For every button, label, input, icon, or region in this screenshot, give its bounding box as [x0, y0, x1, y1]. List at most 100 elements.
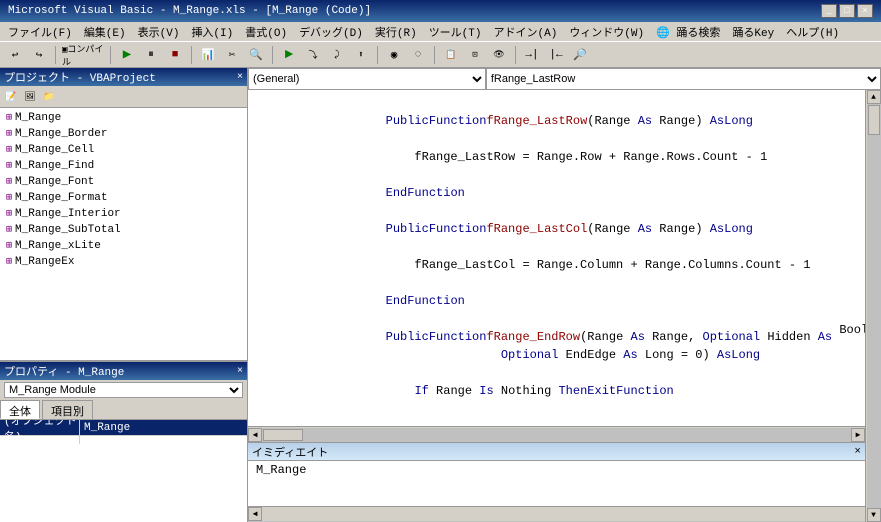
immediate-text: M_Range [256, 463, 857, 477]
h-scroll-track[interactable] [262, 428, 851, 442]
menu-format[interactable]: 書式(O) [239, 22, 293, 42]
sep1 [55, 46, 56, 64]
menu-addins[interactable]: アドイン(A) [488, 22, 564, 42]
module-icon: ⊞ [6, 112, 12, 124]
tree-item-m-range-font[interactable]: ⊞ M_Range_Font [2, 174, 245, 190]
immediate-panel: イミディエイト × M_Range ◀ ▶ [248, 442, 865, 522]
toolbar-pause[interactable]: ⏸ [140, 45, 162, 65]
view-object-btn[interactable]: 🖼 [21, 89, 39, 105]
toolbar-watch[interactable]: 👁 [488, 45, 510, 65]
right-section: (General) fRange_LastRow Public Function… [248, 68, 881, 522]
menu-bar: ファイル(F) 編集(E) 表示(V) 挿入(I) 書式(O) デバッグ(D) … [0, 22, 881, 42]
props-tabs: 全体 項目別 [0, 400, 247, 420]
menu-search2[interactable]: 踊るKey [726, 22, 780, 42]
close-button[interactable]: × [857, 4, 873, 18]
code-object-dropdown[interactable]: (General) [248, 68, 486, 90]
scroll-down-btn[interactable]: ▼ [867, 508, 881, 522]
tree-label: M_Range_Border [15, 128, 107, 140]
toolbar-breakpoint[interactable]: ◉ [383, 45, 405, 65]
maximize-button[interactable]: □ [839, 4, 855, 18]
toolbar-immediate[interactable]: ⊡ [464, 45, 486, 65]
module-icon: ⊞ [6, 128, 12, 140]
title-bar-buttons[interactable]: _ □ × [821, 4, 873, 18]
immediate-close[interactable]: × [854, 446, 861, 458]
toolbar-undo[interactable]: ↩ [4, 45, 26, 65]
toolbar-indent[interactable]: →| [521, 45, 543, 65]
menu-window[interactable]: ウィンドウ(W) [563, 22, 650, 42]
menu-edit[interactable]: 編集(E) [78, 22, 132, 42]
project-panel-header: プロジェクト - VBAProject × [0, 68, 247, 86]
toolbar-locals[interactable]: 📋 [440, 45, 462, 65]
tree-item-m-range-xlite[interactable]: ⊞ M_Range_xLite [2, 238, 245, 254]
immediate-scrollbar: ◀ ▶ [248, 506, 865, 522]
tree-label: M_Range_Find [15, 160, 94, 172]
toggle-folders-btn[interactable]: 📁 [40, 89, 58, 105]
h-scroll-thumb[interactable] [263, 429, 303, 441]
menu-help[interactable]: ヘルプ(H) [780, 22, 845, 42]
toolbar-step-out[interactable]: ⬆ [350, 45, 372, 65]
menu-file[interactable]: ファイル(F) [2, 22, 78, 42]
menu-run[interactable]: 実行(R) [369, 22, 423, 42]
props-object-select[interactable]: M_Range Module [4, 382, 243, 398]
toolbar-step-over[interactable]: ⤸ [326, 45, 348, 65]
toolbar-outdent[interactable]: |← [545, 45, 567, 65]
toolbar: ↩ ↪ ▣コンパイル ▶ ⏸ ■ 📊 ✂ 🔍 ► ⤵ ⤸ ⬆ ◉ ◌ 📋 ⊡ 👁… [0, 42, 881, 68]
tree-item-m-range[interactable]: ⊞ M_Range [2, 110, 245, 126]
tree-label: M_Range_Cell [15, 144, 94, 156]
module-icon: ⊞ [6, 192, 12, 204]
sep7 [515, 46, 516, 64]
toolbar-clear-breaks[interactable]: ◌ [407, 45, 429, 65]
menu-debug[interactable]: デバッグ(D) [293, 22, 369, 42]
properties-panel-close[interactable]: × [237, 366, 243, 377]
toolbar-play[interactable]: ▶ [116, 45, 138, 65]
prop-row-name[interactable]: (オブジェクト名) M_Range [0, 420, 247, 436]
tree-item-m-range-interior[interactable]: ⊞ M_Range_Interior [2, 206, 245, 222]
code-v-scrollbar: ▲ ▼ [865, 90, 881, 522]
project-panel: プロジェクト - VBAProject × 📝 🖼 📁 ⊞ M_Range ⊞ … [0, 68, 247, 362]
tree-item-m-range-border[interactable]: ⊞ M_Range_Border [2, 126, 245, 142]
code-h-scrollbar: ◀ ▶ [248, 426, 865, 442]
scroll-left-btn[interactable]: ◀ [248, 428, 262, 442]
props-content: (オブジェクト名) M_Range [0, 420, 247, 522]
v-scroll-thumb[interactable] [868, 105, 880, 135]
properties-panel-header: プロパティ - M_Range × [0, 362, 247, 380]
immediate-title: イミディエイト [252, 444, 328, 460]
sep3 [191, 46, 192, 64]
props-tab-all[interactable]: 全体 [0, 400, 40, 419]
toolbar-find[interactable]: 🔍 [245, 45, 267, 65]
project-panel-close[interactable]: × [237, 72, 243, 83]
toolbar-compile[interactable]: ▣コンパイル [61, 45, 105, 65]
tree-item-m-range-format[interactable]: ⊞ M_Range_Format [2, 190, 245, 206]
tree-item-m-range-cell[interactable]: ⊞ M_Range_Cell [2, 142, 245, 158]
code-line-2: Public Function fRange_LastRow(Range As … [256, 112, 857, 130]
menu-search1[interactable]: 🌐 踊る検索 [650, 22, 726, 42]
menu-tools[interactable]: ツール(T) [423, 22, 488, 42]
code-proc-dropdown[interactable]: fRange_LastRow [486, 68, 881, 90]
v-scroll-track[interactable] [867, 104, 881, 508]
toolbar-redo[interactable]: ↪ [28, 45, 50, 65]
toolbar-cut[interactable]: ✂ [221, 45, 243, 65]
imm-scroll-left[interactable]: ◀ [248, 507, 262, 521]
tree-label: M_Range_Format [15, 192, 107, 204]
properties-panel-title: プロパティ - M_Range [4, 363, 124, 379]
toolbar-step-in[interactable]: ⤵ [302, 45, 324, 65]
menu-view[interactable]: 表示(V) [132, 22, 186, 42]
tree-item-m-rangeex[interactable]: ⊞ M_RangeEx [2, 254, 245, 270]
toolbar-stop[interactable]: ■ [164, 45, 186, 65]
toolbar-objbrowser[interactable]: 🔎 [569, 45, 591, 65]
tree-item-m-range-subtotal[interactable]: ⊞ M_Range_SubTotal [2, 222, 245, 238]
toolbar-chart[interactable]: 📊 [197, 45, 219, 65]
view-code-btn[interactable]: 📝 [2, 89, 20, 105]
immediate-content[interactable]: M_Range [248, 461, 865, 506]
tree-item-m-range-find[interactable]: ⊞ M_Range_Find [2, 158, 245, 174]
minimize-button[interactable]: _ [821, 4, 837, 18]
project-panel-title: プロジェクト - VBAProject [4, 69, 156, 85]
toolbar-play2[interactable]: ► [278, 45, 300, 65]
project-tree[interactable]: ⊞ M_Range ⊞ M_Range_Border ⊞ M_Range_Cel… [0, 108, 247, 360]
scroll-right-btn[interactable]: ▶ [851, 428, 865, 442]
scroll-up-btn[interactable]: ▲ [867, 90, 881, 104]
menu-insert[interactable]: 挿入(I) [185, 22, 239, 42]
code-with-scroll: Public Function fRange_LastRow(Range As … [248, 90, 881, 522]
code-editor[interactable]: Public Function fRange_LastRow(Range As … [248, 90, 865, 426]
props-tab-category[interactable]: 項目別 [42, 400, 93, 419]
